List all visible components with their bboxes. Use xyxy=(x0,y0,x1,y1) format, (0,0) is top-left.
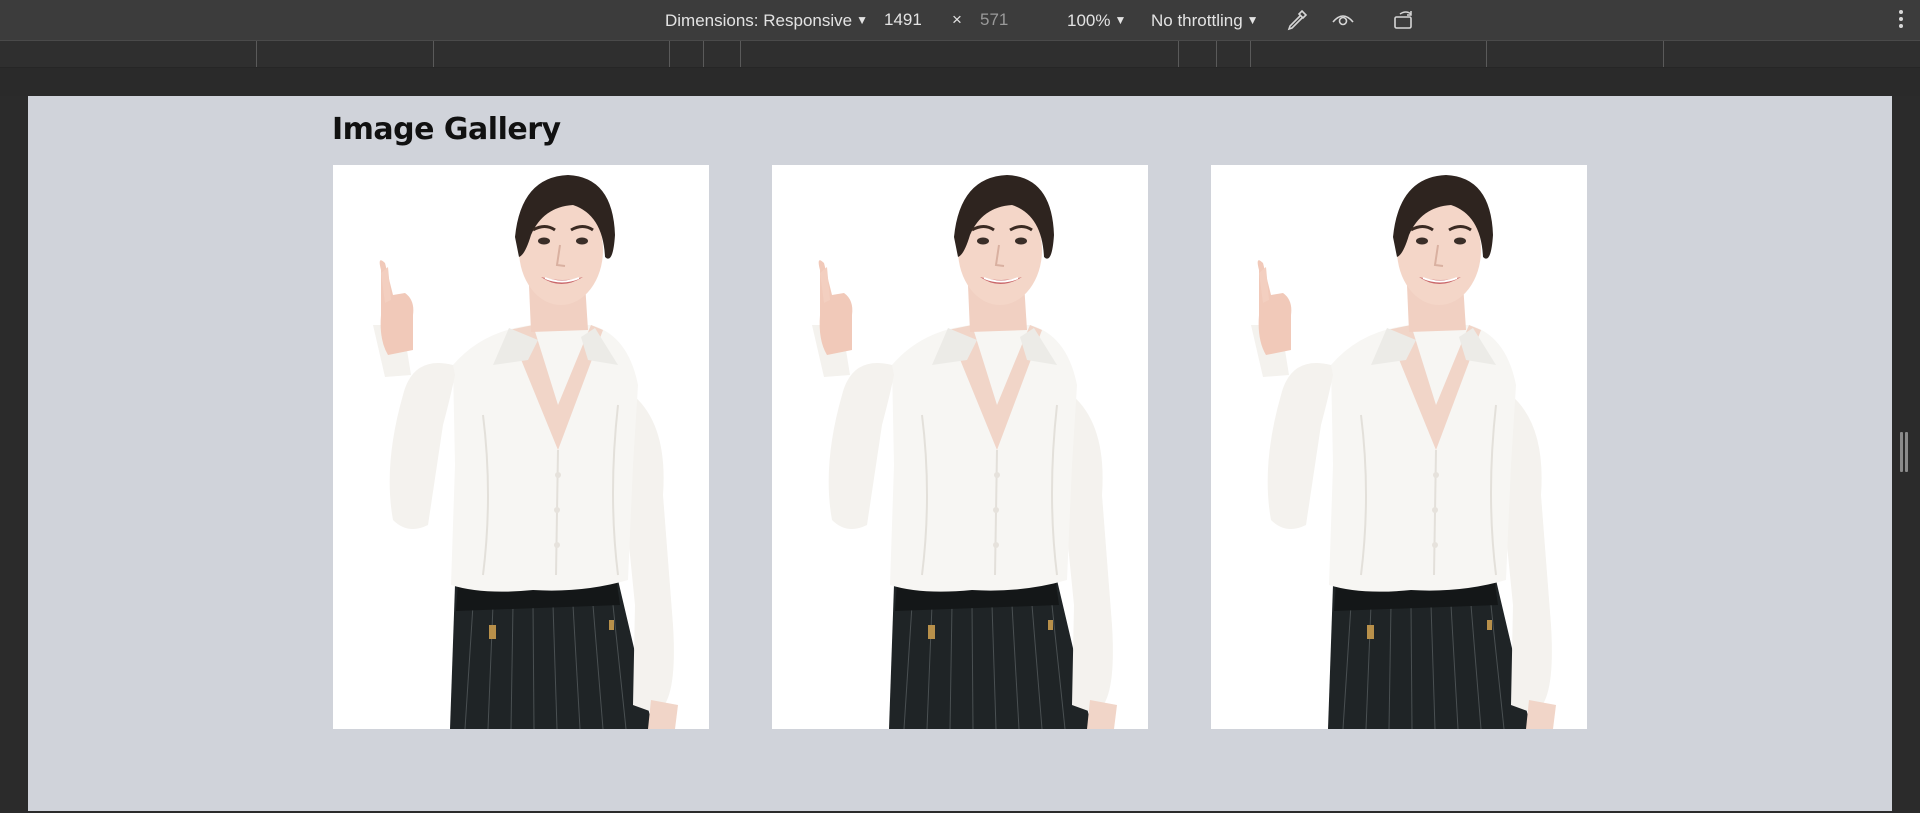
viewport-resize-handle[interactable] xyxy=(1900,432,1910,472)
viewport-gutter xyxy=(0,68,1920,96)
ruler-tick xyxy=(433,41,434,67)
zoom-label: 100% xyxy=(1067,11,1111,30)
rotate-icon[interactable] xyxy=(1391,8,1417,32)
times-sign: × xyxy=(952,10,962,29)
ruler-tick xyxy=(740,41,741,67)
gallery-image-1 xyxy=(333,165,709,729)
ruler-tick xyxy=(256,41,257,67)
ruler-tick xyxy=(703,41,704,67)
ruler-tick xyxy=(1663,41,1664,67)
ruler-tick xyxy=(1216,41,1217,67)
media-query-ruler[interactable] xyxy=(0,41,1920,68)
width-value: 1491 xyxy=(884,10,922,29)
zoom-dropdown[interactable]: 100% ▼ xyxy=(1067,9,1126,31)
width-input[interactable]: 1491 xyxy=(884,9,942,31)
chevron-down-icon: ▼ xyxy=(856,13,868,27)
page-title: Image Gallery xyxy=(332,112,561,147)
dimensions-label: Dimensions: Responsive xyxy=(665,11,853,30)
ruler-tick xyxy=(1486,41,1487,67)
dimensions-dropdown[interactable]: Dimensions: Responsive ▼ xyxy=(665,9,868,31)
more-vert-icon[interactable] xyxy=(1898,8,1904,32)
throttling-dropdown[interactable]: No throttling ▼ xyxy=(1151,9,1259,31)
eyedropper-icon[interactable] xyxy=(1284,8,1310,32)
ruler-tick xyxy=(1178,41,1179,67)
height-value: 571 xyxy=(980,10,1009,29)
ruler-tick xyxy=(669,41,670,67)
height-input[interactable]: 571 xyxy=(980,9,1036,31)
ruler-tick xyxy=(1250,41,1251,67)
eye-icon[interactable] xyxy=(1330,8,1356,32)
gallery-image-2 xyxy=(772,165,1148,729)
gallery-image-3 xyxy=(1211,165,1587,729)
emulated-viewport: Image Gallery xyxy=(28,96,1892,811)
device-toolbar: Dimensions: Responsive ▼ 1491 × 571 100% ▼… xyxy=(0,0,1920,41)
throttle-label: No throttling xyxy=(1151,11,1243,30)
chevron-down-icon: ▼ xyxy=(1114,13,1127,27)
chevron-down-icon: ▼ xyxy=(1246,13,1259,27)
